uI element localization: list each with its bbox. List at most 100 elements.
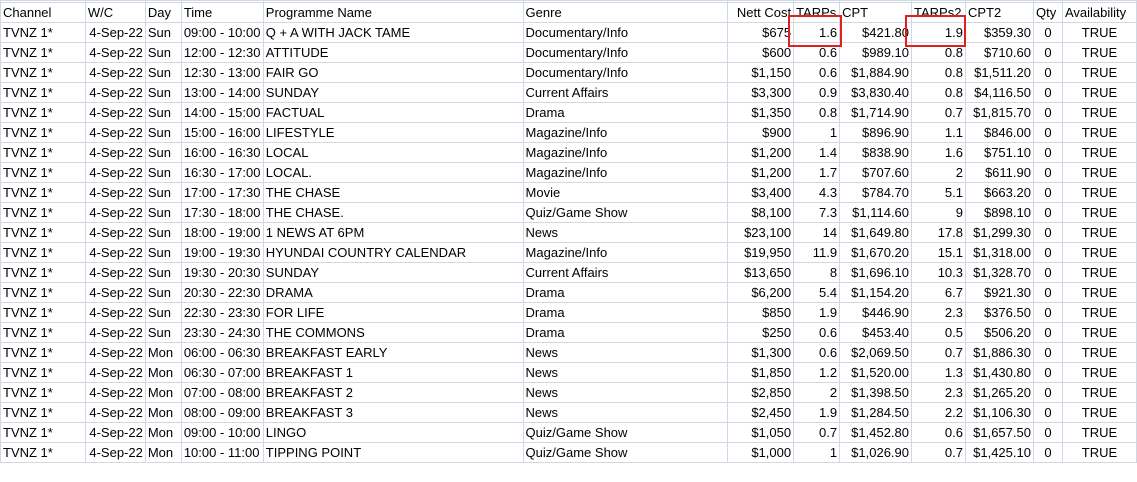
cell-nett-cost[interactable]: $250	[727, 322, 795, 343]
cell-qty[interactable]: 0	[1032, 382, 1063, 403]
cell-channel[interactable]: TVNZ 1*	[0, 22, 86, 43]
cell-time[interactable]: 06:30 - 07:00	[180, 362, 264, 383]
cell-programme-name[interactable]: BREAKFAST 2	[262, 382, 524, 403]
cell-day[interactable]: Sun	[144, 122, 182, 143]
cell-availability[interactable]: TRUE	[1061, 382, 1137, 403]
cell-cpt[interactable]: $1,696.10	[839, 262, 913, 283]
cell-genre[interactable]: Quiz/Game Show	[522, 442, 729, 463]
cell-day[interactable]: Sun	[144, 62, 182, 83]
cell-availability[interactable]: TRUE	[1061, 402, 1137, 423]
cell-genre[interactable]: Documentary/Info	[522, 42, 729, 63]
cell-qty[interactable]: 0	[1032, 122, 1063, 143]
cell-cpt2[interactable]: $1,511.20	[965, 62, 1034, 83]
cell-channel[interactable]: TVNZ 1*	[0, 242, 86, 263]
cell-day[interactable]: Mon	[144, 422, 182, 443]
cell-qty[interactable]: 0	[1032, 242, 1063, 263]
column-header-nett-cost[interactable]: Nett Cost	[727, 2, 795, 23]
column-header-tarps2[interactable]: TARPs2	[911, 2, 966, 23]
cell-availability[interactable]: TRUE	[1061, 82, 1137, 103]
cell-day[interactable]: Mon	[144, 402, 182, 423]
cell-qty[interactable]: 0	[1032, 82, 1063, 103]
cell-nett-cost[interactable]: $23,100	[727, 222, 795, 243]
cell-wc[interactable]: 4-Sep-22	[84, 222, 146, 243]
cell-wc[interactable]: 4-Sep-22	[84, 142, 146, 163]
cell-tarps[interactable]: 1.9	[793, 302, 841, 323]
cell-day[interactable]: Sun	[144, 142, 182, 163]
cell-availability[interactable]: TRUE	[1061, 362, 1137, 383]
cell-channel[interactable]: TVNZ 1*	[0, 402, 86, 423]
cell-day[interactable]: Sun	[144, 202, 182, 223]
cell-qty[interactable]: 0	[1032, 102, 1063, 123]
cell-cpt2[interactable]: $1,299.30	[965, 222, 1034, 243]
cell-tarps2[interactable]: 1.1	[911, 122, 966, 143]
cell-time[interactable]: 20:30 - 22:30	[180, 282, 264, 303]
cell-nett-cost[interactable]: $8,100	[727, 202, 795, 223]
cell-cpt2[interactable]: $376.50	[965, 302, 1034, 323]
cell-tarps2[interactable]: 1.6	[911, 142, 966, 163]
cell-cpt[interactable]: $453.40	[839, 322, 913, 343]
cell-nett-cost[interactable]: $1,200	[727, 142, 795, 163]
cell-nett-cost[interactable]: $1,050	[727, 422, 795, 443]
cell-cpt[interactable]: $989.10	[839, 42, 913, 63]
cell-genre[interactable]: Current Affairs	[522, 262, 729, 283]
cell-time[interactable]: 22:30 - 23:30	[180, 302, 264, 323]
cell-channel[interactable]: TVNZ 1*	[0, 442, 86, 463]
cell-cpt2[interactable]: $506.20	[965, 322, 1034, 343]
cell-time[interactable]: 07:00 - 08:00	[180, 382, 264, 403]
cell-nett-cost[interactable]: $1,000	[727, 442, 795, 463]
cell-cpt[interactable]: $1,884.90	[839, 62, 913, 83]
cell-wc[interactable]: 4-Sep-22	[84, 162, 146, 183]
cell-cpt2[interactable]: $1,430.80	[965, 362, 1034, 383]
cell-qty[interactable]: 0	[1032, 362, 1063, 383]
cell-qty[interactable]: 0	[1032, 262, 1063, 283]
cell-tarps[interactable]: 1.6	[793, 22, 841, 43]
column-header-channel[interactable]: Channel	[0, 2, 86, 23]
cell-qty[interactable]: 0	[1032, 162, 1063, 183]
cell-qty[interactable]: 0	[1032, 22, 1063, 43]
column-header-wc[interactable]: W/C	[84, 2, 146, 23]
cell-tarps[interactable]: 2	[793, 382, 841, 403]
cell-channel[interactable]: TVNZ 1*	[0, 182, 86, 203]
cell-time[interactable]: 14:00 - 15:00	[180, 102, 264, 123]
cell-wc[interactable]: 4-Sep-22	[84, 22, 146, 43]
cell-tarps[interactable]: 1.4	[793, 142, 841, 163]
cell-cpt2[interactable]: $1,328.70	[965, 262, 1034, 283]
cell-wc[interactable]: 4-Sep-22	[84, 102, 146, 123]
cell-genre[interactable]: News	[522, 342, 729, 363]
cell-wc[interactable]: 4-Sep-22	[84, 42, 146, 63]
cell-nett-cost[interactable]: $1,200	[727, 162, 795, 183]
cell-day[interactable]: Sun	[144, 322, 182, 343]
cell-tarps2[interactable]: 0.7	[911, 102, 966, 123]
cell-genre[interactable]: Drama	[522, 302, 729, 323]
cell-wc[interactable]: 4-Sep-22	[84, 302, 146, 323]
cell-availability[interactable]: TRUE	[1061, 302, 1137, 323]
cell-cpt2[interactable]: $1,657.50	[965, 422, 1034, 443]
cell-tarps[interactable]: 0.6	[793, 42, 841, 63]
cell-channel[interactable]: TVNZ 1*	[0, 162, 86, 183]
cell-cpt2[interactable]: $611.90	[965, 162, 1034, 183]
cell-programme-name[interactable]: THE CHASE.	[262, 202, 524, 223]
cell-availability[interactable]: TRUE	[1061, 262, 1137, 283]
cell-tarps2[interactable]: 0.5	[911, 322, 966, 343]
column-header-programme-name[interactable]: Programme Name	[262, 2, 524, 23]
cell-availability[interactable]: TRUE	[1061, 62, 1137, 83]
cell-channel[interactable]: TVNZ 1*	[0, 342, 86, 363]
cell-channel[interactable]: TVNZ 1*	[0, 262, 86, 283]
cell-nett-cost[interactable]: $675	[727, 22, 795, 43]
cell-nett-cost[interactable]: $2,450	[727, 402, 795, 423]
cell-day[interactable]: Sun	[144, 282, 182, 303]
cell-channel[interactable]: TVNZ 1*	[0, 422, 86, 443]
cell-channel[interactable]: TVNZ 1*	[0, 282, 86, 303]
cell-programme-name[interactable]: TIPPING POINT	[262, 442, 524, 463]
cell-tarps[interactable]: 4.3	[793, 182, 841, 203]
cell-programme-name[interactable]: 1 NEWS AT 6PM	[262, 222, 524, 243]
cell-time[interactable]: 12:00 - 12:30	[180, 42, 264, 63]
cell-nett-cost[interactable]: $1,850	[727, 362, 795, 383]
cell-wc[interactable]: 4-Sep-22	[84, 342, 146, 363]
cell-availability[interactable]: TRUE	[1061, 122, 1137, 143]
cell-tarps2[interactable]: 2.3	[911, 382, 966, 403]
cell-channel[interactable]: TVNZ 1*	[0, 222, 86, 243]
cell-nett-cost[interactable]: $3,400	[727, 182, 795, 203]
cell-day[interactable]: Sun	[144, 182, 182, 203]
cell-channel[interactable]: TVNZ 1*	[0, 42, 86, 63]
